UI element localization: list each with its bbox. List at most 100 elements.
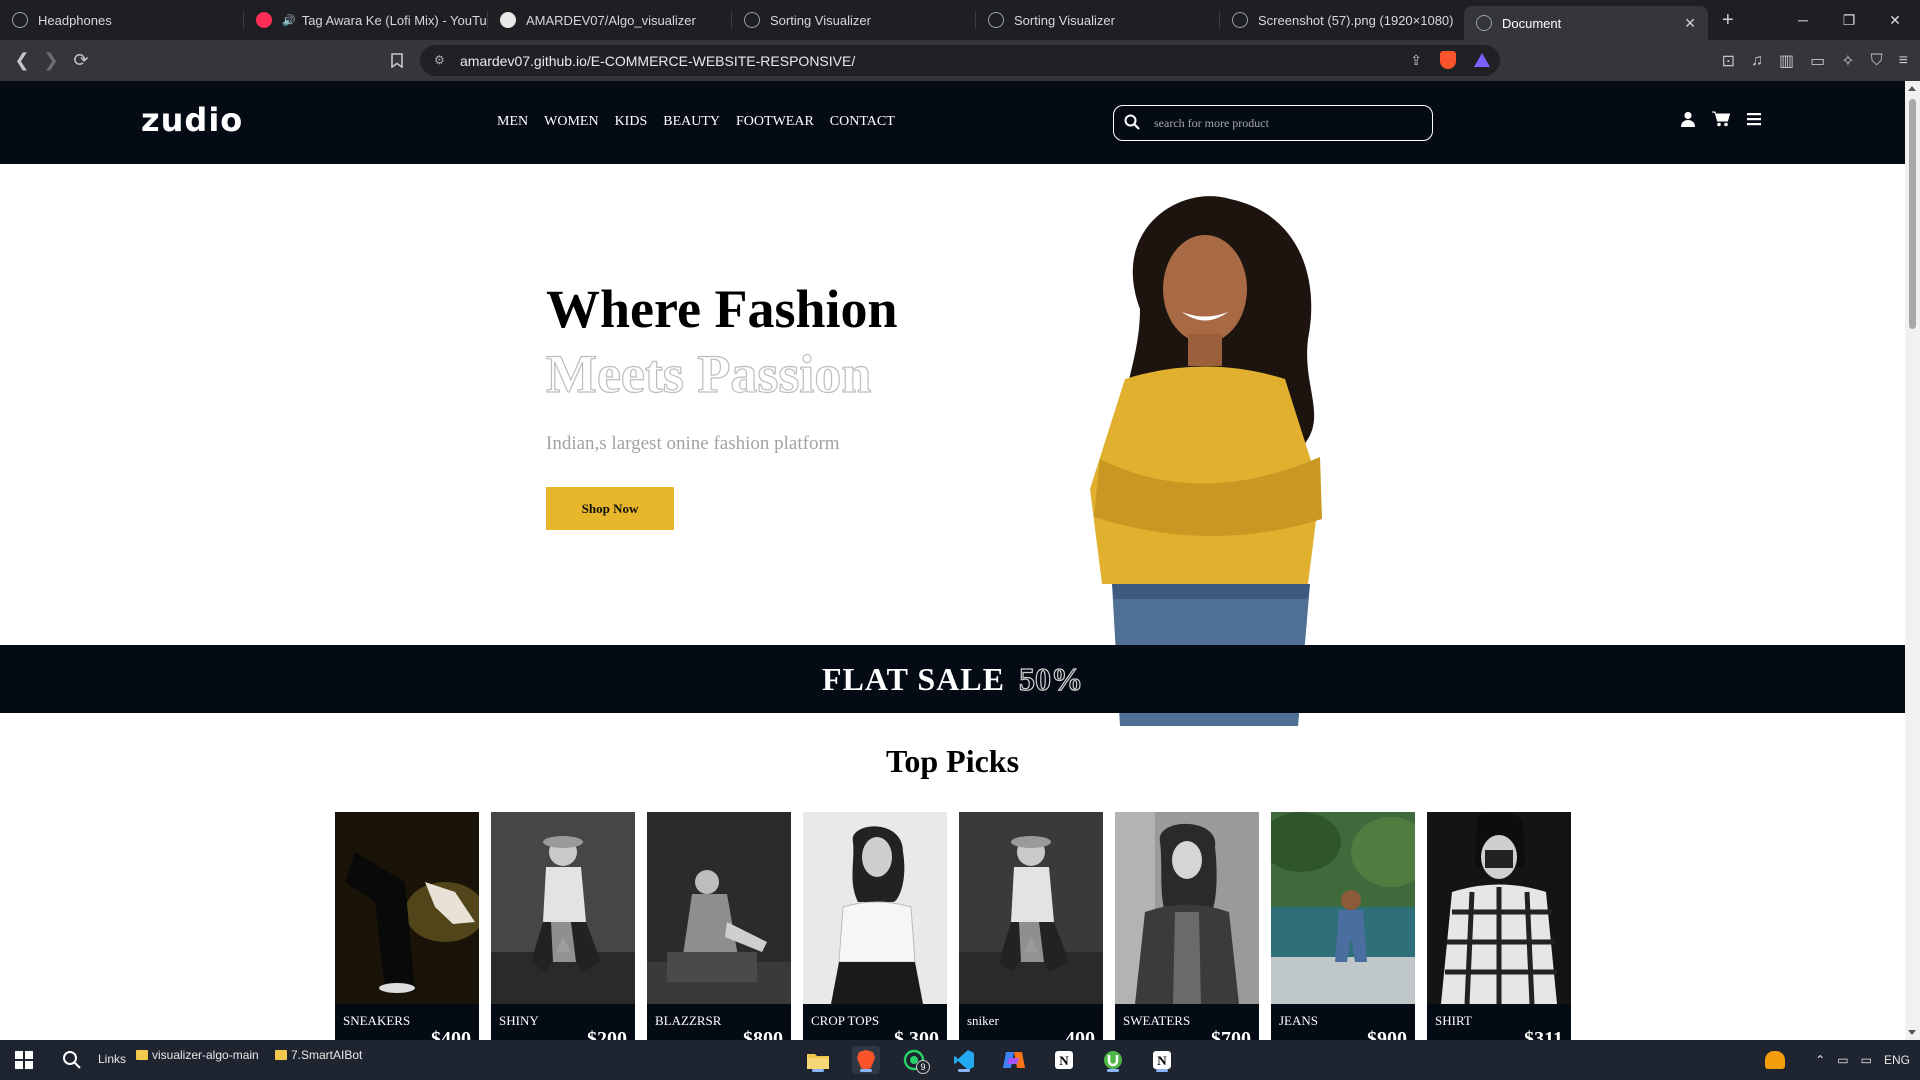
search-input[interactable] bbox=[1154, 115, 1414, 131]
search-icon[interactable] bbox=[1124, 114, 1140, 130]
reload-button[interactable]: ⟳ bbox=[67, 47, 95, 75]
file-explorer-icon[interactable] bbox=[804, 1046, 832, 1074]
tab-sorting-visualizer-1[interactable]: Sorting Visualizer bbox=[732, 4, 976, 36]
language-indicator[interactable]: ENG bbox=[1884, 1053, 1910, 1067]
close-tab-icon[interactable]: ✕ bbox=[1684, 15, 1696, 32]
chevron-up-icon[interactable]: ⌃ bbox=[1815, 1053, 1825, 1067]
utorrent-icon[interactable] bbox=[1099, 1046, 1127, 1074]
page-viewport: zudio MEN WOMEN KIDS BEAUTY FOOTWEAR CON… bbox=[0, 81, 1905, 1040]
tab-github[interactable]: AMARDEV07/Algo_visualizer bbox=[488, 4, 732, 36]
scroll-up-arrow-icon[interactable] bbox=[1908, 86, 1916, 91]
product-image bbox=[1427, 812, 1571, 1004]
scroll-down-arrow-icon[interactable] bbox=[1908, 1030, 1916, 1035]
product-name: CROP TOPS bbox=[811, 1013, 880, 1028]
notion-window-icon[interactable]: N bbox=[1148, 1046, 1176, 1074]
cart-icon[interactable] bbox=[1712, 111, 1730, 127]
tab-search-icon[interactable]: ⊡ bbox=[1722, 51, 1735, 71]
menu-icon[interactable]: ≡ bbox=[1899, 52, 1908, 70]
tab-document[interactable]: Document ✕ bbox=[1464, 6, 1708, 40]
address-bar[interactable]: ⚙ amardev07.github.io/E-COMMERCE-WEBSITE… bbox=[420, 45, 1500, 76]
minimize-button[interactable]: ─ bbox=[1780, 0, 1826, 40]
speaker-icon[interactable]: 🔊 bbox=[282, 14, 296, 27]
hero-subtitle: Indian,s largest onine fashion platform bbox=[546, 433, 840, 454]
taskbar-folder-smartaibot[interactable]: 7.SmartAIBot bbox=[275, 1048, 362, 1062]
forward-button[interactable]: ❯ bbox=[37, 47, 65, 75]
close-window-button[interactable]: ✕ bbox=[1872, 0, 1918, 40]
taskbar-folder-visualizer[interactable]: visualizer-algo-main bbox=[136, 1048, 259, 1062]
tab-title: Sorting Visualizer bbox=[770, 12, 871, 28]
globe-icon bbox=[12, 12, 28, 28]
tab-title: Headphones bbox=[38, 12, 112, 28]
product-price: $800 bbox=[743, 1028, 783, 1040]
active-indicator bbox=[1156, 1069, 1168, 1072]
restore-button[interactable]: ❐ bbox=[1826, 0, 1872, 40]
url-text[interactable]: amardev07.github.io/E-COMMERCE-WEBSITE-R… bbox=[460, 53, 855, 69]
tab-title: Tag Awara Ke (Lofi Mix) - YouTube bbox=[301, 12, 488, 28]
system-tray: ⌃ ▭ ▭ ENG bbox=[1765, 1040, 1910, 1080]
product-card-sweaters[interactable]: SWEATERS $700 bbox=[1115, 812, 1259, 1040]
links-toolbar-label[interactable]: Links bbox=[98, 1052, 126, 1066]
product-name: BLAZZRSR bbox=[655, 1013, 722, 1028]
weather-icon[interactable] bbox=[1765, 1051, 1786, 1069]
battery-icon[interactable]: ▭ bbox=[1861, 1053, 1872, 1067]
sale-percent: 50% bbox=[1018, 660, 1083, 697]
product-card-crop-tops[interactable]: CROP TOPS $ 300 bbox=[803, 812, 947, 1040]
active-indicator bbox=[812, 1069, 824, 1072]
product-card-jeans[interactable]: JEANS $900 bbox=[1271, 812, 1415, 1040]
product-price: $700 bbox=[1211, 1028, 1251, 1040]
globe-icon bbox=[988, 12, 1004, 28]
share-icon[interactable]: ⇪ bbox=[1410, 52, 1422, 69]
product-image bbox=[335, 812, 479, 1004]
product-card-sneakers[interactable]: SNEAKERS $400 bbox=[335, 812, 479, 1040]
product-price: $ 300 bbox=[894, 1028, 939, 1040]
hamburger-menu-icon[interactable] bbox=[1746, 111, 1762, 127]
product-price: $900 bbox=[1367, 1028, 1407, 1040]
vpn-icon[interactable]: ⛉ bbox=[1871, 52, 1883, 70]
product-card-shirt[interactable]: SHIRT $311 bbox=[1427, 812, 1571, 1040]
back-button[interactable]: ❮ bbox=[8, 47, 36, 75]
tab-sorting-visualizer-2[interactable]: Sorting Visualizer bbox=[976, 4, 1220, 36]
tab-youtube-music[interactable]: 🔊 Tag Awara Ke (Lofi Mix) - YouTube bbox=[244, 4, 488, 36]
windows-taskbar: Links visualizer-algo-main 7.SmartAIBot … bbox=[0, 1040, 1920, 1080]
nav-beauty[interactable]: BEAUTY bbox=[663, 114, 720, 130]
site-settings-icon[interactable]: ⚙ bbox=[434, 53, 448, 67]
windows-start-icon[interactable] bbox=[10, 1046, 38, 1074]
page-scrollbar[interactable] bbox=[1905, 81, 1920, 1040]
bookmark-icon[interactable] bbox=[383, 47, 411, 75]
wallet-icon[interactable]: ▭ bbox=[1810, 51, 1825, 71]
folder-icon bbox=[275, 1050, 287, 1060]
product-image bbox=[1115, 812, 1259, 1004]
scrollbar-thumb[interactable] bbox=[1909, 99, 1916, 329]
sidebar-icon[interactable]: ▥ bbox=[1779, 51, 1794, 71]
leo-ai-icon[interactable]: ✧ bbox=[1841, 51, 1854, 71]
network-icon[interactable]: ▭ bbox=[1837, 1053, 1848, 1067]
product-card-blazzrsr[interactable]: BLAZZRSR $800 bbox=[647, 812, 791, 1040]
brave-rewards-icon[interactable] bbox=[1474, 53, 1490, 67]
new-tab-button[interactable]: + bbox=[1722, 9, 1734, 32]
nav-men[interactable]: MEN bbox=[497, 114, 528, 130]
notion-icon[interactable]: N bbox=[1050, 1046, 1078, 1074]
nav-kids[interactable]: KIDS bbox=[615, 114, 648, 130]
user-icon[interactable] bbox=[1680, 111, 1696, 127]
top-picks-title: Top Picks bbox=[885, 743, 1020, 779]
product-card-sniker[interactable]: sniker 400 bbox=[959, 812, 1103, 1040]
brave-browser-icon[interactable] bbox=[852, 1046, 880, 1074]
search-icon[interactable] bbox=[58, 1046, 86, 1074]
nav-contact[interactable]: CONTACT bbox=[830, 114, 895, 130]
copilot-icon[interactable] bbox=[1000, 1046, 1028, 1074]
tab-screenshot[interactable]: Screenshot (57).png (1920×1080) bbox=[1220, 4, 1464, 36]
tab-headphones[interactable]: Headphones bbox=[0, 4, 244, 36]
hero-title: Where Fashion bbox=[546, 279, 898, 339]
nav-footwear[interactable]: FOOTWEAR bbox=[736, 114, 814, 130]
shop-now-button[interactable]: Shop Now bbox=[546, 487, 674, 530]
whatsapp-icon[interactable]: 9 bbox=[900, 1046, 930, 1074]
nav-women[interactable]: WOMEN bbox=[544, 114, 598, 130]
vscode-icon[interactable] bbox=[950, 1046, 978, 1074]
product-name: SHINY bbox=[499, 1013, 539, 1028]
folder-icon bbox=[136, 1050, 148, 1060]
media-control-icon[interactable]: ♫ bbox=[1751, 52, 1763, 70]
brave-shields-icon[interactable] bbox=[1440, 51, 1456, 69]
browser-tab-strip: Headphones 🔊 Tag Awara Ke (Lofi Mix) - Y… bbox=[0, 0, 1920, 40]
product-card-shiny[interactable]: SHINY $200 bbox=[491, 812, 635, 1040]
site-logo[interactable]: zudio bbox=[141, 101, 243, 139]
